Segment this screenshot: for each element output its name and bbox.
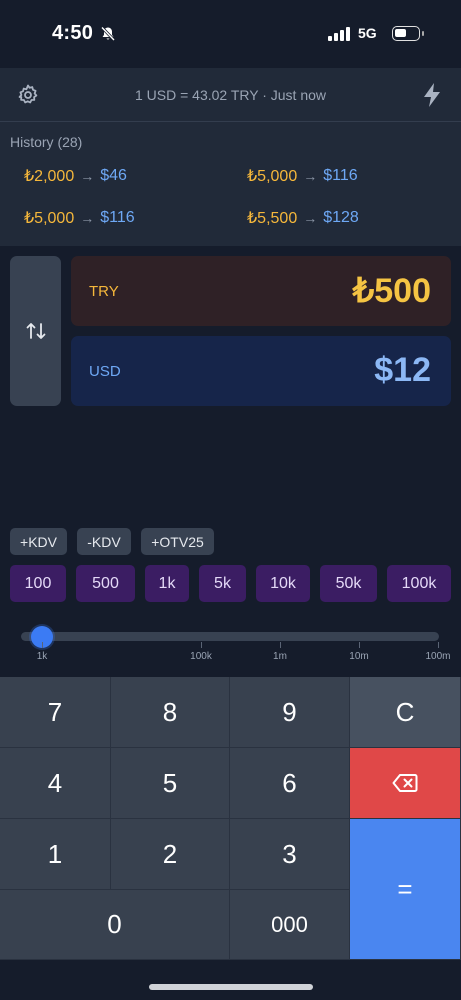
history-to-amount: $116 [100, 209, 135, 226]
key-1[interactable]: 1 [0, 819, 111, 890]
source-currency-field[interactable]: TRY ₺500 [71, 256, 451, 326]
slider-label: 10m [349, 651, 369, 662]
clear-button[interactable]: C [350, 677, 461, 748]
key-7[interactable]: 7 [0, 677, 111, 748]
key-3[interactable]: 3 [230, 819, 350, 890]
key-0[interactable]: 0 [0, 890, 230, 960]
bell-muted-icon [100, 26, 116, 42]
signal-icon [328, 27, 350, 41]
arrow-right-icon: → [303, 210, 318, 226]
key-5[interactable]: 5 [111, 748, 230, 819]
history-to-amount: $128 [323, 209, 359, 226]
add-otv25-button[interactable]: +OTV25 [141, 528, 214, 555]
status-time: 4:50 [52, 22, 94, 44]
history-to-amount: $116 [323, 167, 358, 184]
source-currency-code: TRY [89, 283, 119, 300]
history-item[interactable]: ₺5,500 → $128 [247, 208, 359, 228]
history-panel: History (28) ₺2,000 → $46 ₺5,000 → $116 … [0, 122, 461, 246]
history-to-amount: $46 [100, 167, 127, 184]
home-indicator[interactable] [149, 984, 313, 990]
preset-1k-button[interactable]: 1k [145, 565, 189, 602]
history-from-amount: ₺5,000 [247, 168, 298, 185]
history-item[interactable]: ₺5,000 → $116 [24, 208, 135, 228]
key-8[interactable]: 8 [111, 677, 230, 748]
slider-tick [280, 642, 281, 648]
key-2[interactable]: 2 [111, 819, 230, 890]
bolt-icon[interactable] [420, 82, 444, 108]
swap-arrows-icon [26, 323, 45, 339]
backspace-button[interactable] [350, 748, 461, 819]
backspace-icon [392, 774, 418, 792]
preset-100-button[interactable]: 100 [10, 565, 66, 602]
slider-label: 1m [273, 651, 287, 662]
slider-label: 100m [425, 651, 451, 662]
battery-icon [392, 26, 424, 41]
key-4[interactable]: 4 [0, 748, 111, 819]
history-item[interactable]: ₺2,000 → $46 [24, 166, 127, 186]
header: 1 USD = 43.02 TRY · Just now [0, 68, 461, 122]
target-currency-field[interactable]: USD $12 [71, 336, 451, 406]
home-indicator-area [0, 960, 461, 1000]
remove-kdv-button[interactable]: -KDV [77, 528, 131, 555]
network-label: 5G [358, 25, 377, 41]
slider-tick [438, 642, 439, 648]
preset-10k-button[interactable]: 10k [256, 565, 310, 602]
status-bar: 4:50 5G [0, 0, 461, 68]
history-item[interactable]: ₺5,000 → $116 [247, 166, 358, 186]
slider-label: 1k [36, 651, 48, 662]
preset-50k-button[interactable]: 50k [320, 565, 377, 602]
equals-button[interactable]: = [350, 819, 461, 960]
arrow-right-icon: → [80, 168, 95, 184]
preset-100k-button[interactable]: 100k [387, 565, 451, 602]
key-000[interactable]: 000 [230, 890, 350, 960]
slider-tick [201, 642, 202, 648]
target-currency-code: USD [89, 363, 121, 380]
slider-tick [359, 642, 360, 648]
history-from-amount: ₺2,000 [24, 168, 75, 185]
arrow-right-icon: → [303, 168, 318, 184]
slider-tick [42, 642, 43, 648]
source-amount: ₺500 [352, 272, 431, 310]
preset-5k-button[interactable]: 5k [199, 565, 246, 602]
exchange-rate-text: 1 USD = 43.02 TRY · Just now [134, 87, 327, 103]
preset-500-button[interactable]: 500 [76, 565, 135, 602]
key-9[interactable]: 9 [230, 677, 350, 748]
slider-label: 100k [190, 651, 212, 662]
history-from-amount: ₺5,500 [247, 210, 298, 227]
arrow-right-icon: → [80, 210, 95, 226]
swap-currencies-button[interactable] [10, 256, 61, 406]
history-title: History (28) [10, 134, 83, 150]
history-from-amount: ₺5,000 [24, 210, 75, 227]
amount-slider-track[interactable] [21, 632, 439, 641]
target-amount: $12 [374, 351, 431, 389]
add-kdv-button[interactable]: +KDV [10, 528, 67, 555]
keypad: 7 8 9 C 4 5 6 1 2 3 = 0 000 [0, 677, 461, 960]
key-6[interactable]: 6 [230, 748, 350, 819]
